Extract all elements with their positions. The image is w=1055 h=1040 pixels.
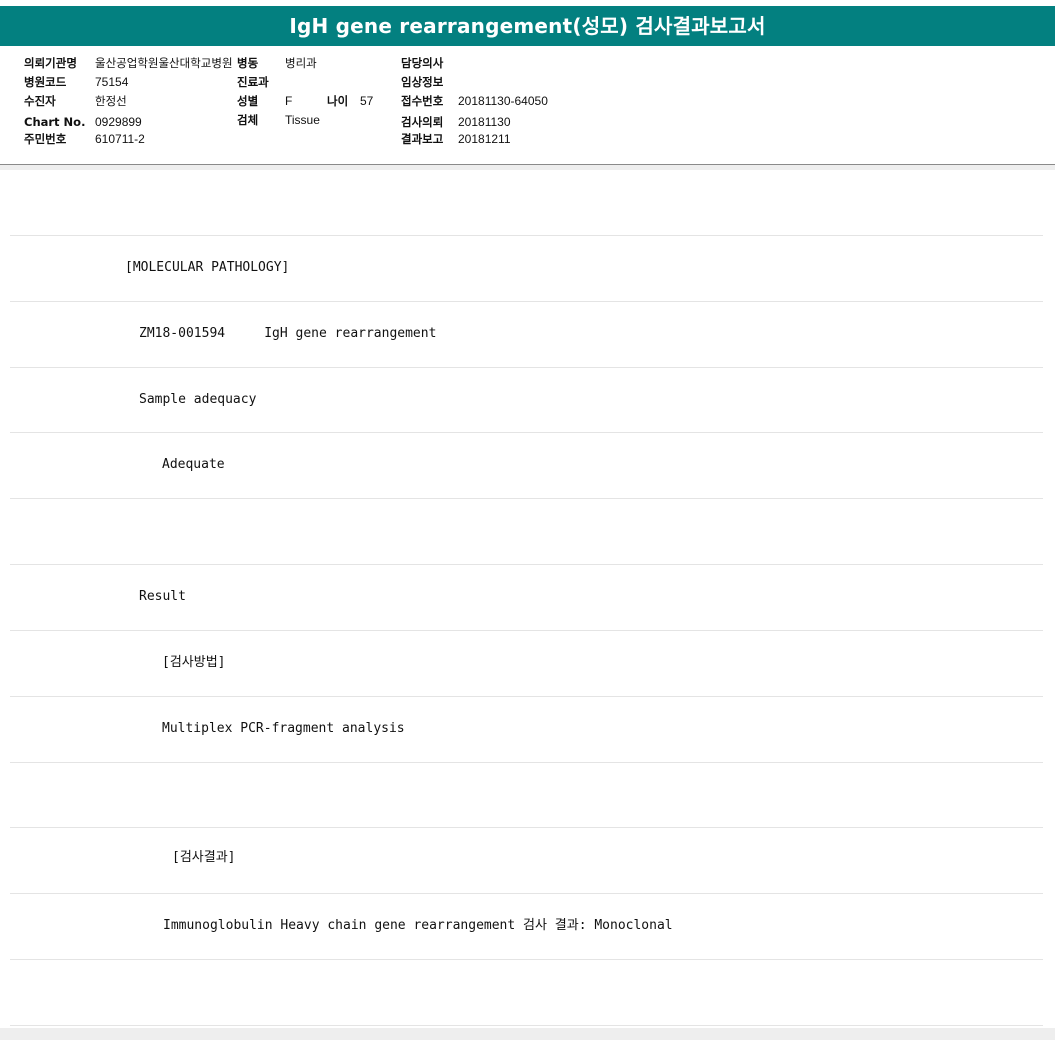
chart-no-label: Chart No.: [24, 115, 86, 129]
report-line: [10, 959, 1043, 1025]
request-date-value: 20181130: [458, 115, 511, 129]
receipt-no-value: 20181130-64050: [458, 94, 548, 108]
report-line-text: Adequate: [162, 457, 225, 472]
report-line: [10, 762, 1043, 828]
sex-value: F: [285, 94, 293, 108]
report-line: Multiplex PCR-fragment analysis: [10, 696, 1043, 762]
report-line: [10, 170, 1043, 235]
hospital-code-label: 병원코드: [24, 75, 67, 89]
report-line: Immunoglobulin Heavy chain gene rearrang…: [10, 893, 1043, 959]
report-line-text: Sample adequacy: [139, 392, 257, 407]
accession-line: ZM18-001594 IgH gene rearrangement: [139, 326, 437, 341]
resident-no-value: 610711-2: [95, 132, 145, 146]
report-line-text: [검사방법]: [162, 655, 226, 670]
report-title: IgH gene rearrangement(성모) 검사결과보고서: [0, 6, 1055, 46]
report-date-value: 20181211: [458, 132, 511, 146]
report-line-text: Result: [139, 589, 186, 604]
report-line: Adequate: [10, 432, 1043, 498]
report-line: Sample adequacy: [10, 367, 1043, 433]
ward-value: 병리과: [285, 56, 317, 70]
ward-label: 병동: [237, 56, 259, 70]
hospital-label: 의뢰기관명: [24, 56, 77, 70]
request-date-label: 검사의뢰: [401, 115, 444, 129]
resident-no-label: 주민번호: [24, 132, 67, 146]
age-label: 나이: [327, 94, 349, 108]
report-date-label: 결과보고: [401, 132, 444, 146]
report-line: [10, 498, 1043, 564]
report-line: Result: [10, 564, 1043, 630]
report-body: [MOLECULAR PATHOLOGY] ZM18-001594 IgH ge…: [0, 170, 1055, 1028]
report-line: [검사결과]: [10, 827, 1043, 893]
patient-label: 수진자: [24, 94, 56, 108]
hospital-value: 울산공업학원울산대학교병원: [95, 56, 233, 70]
report-line-text: [검사결과]: [172, 850, 236, 865]
chart-no-value: 0929899: [95, 115, 142, 129]
report-line: [검사방법]: [10, 630, 1043, 696]
doctor-label: 담당의사: [401, 56, 444, 70]
patient-value: 한정선: [95, 94, 127, 108]
age-value: 57: [360, 94, 374, 108]
footer-strip: [0, 1028, 1055, 1040]
sex-label: 성별: [237, 94, 259, 108]
report-line: [MOLECULAR PATHOLOGY]: [10, 235, 1043, 301]
specimen-label: 검체: [237, 113, 259, 127]
report-line-text: Multiplex PCR-fragment analysis: [162, 721, 405, 736]
receipt-no-label: 접수번호: [401, 94, 444, 108]
clinical-info-label: 임상정보: [401, 75, 444, 89]
section-heading: [MOLECULAR PATHOLOGY]: [125, 260, 290, 275]
department-label: 진료과: [237, 75, 269, 89]
report-header: 의뢰기관명 울산공업학원울산대학교병원 병원코드 75154 수진자 한정선 C…: [0, 46, 1055, 165]
specimen-value: Tissue: [285, 113, 320, 127]
report-line: ZM18-001594 IgH gene rearrangement: [10, 301, 1043, 367]
hospital-code-value: 75154: [95, 75, 129, 89]
result-line: Immunoglobulin Heavy chain gene rearrang…: [163, 918, 673, 933]
